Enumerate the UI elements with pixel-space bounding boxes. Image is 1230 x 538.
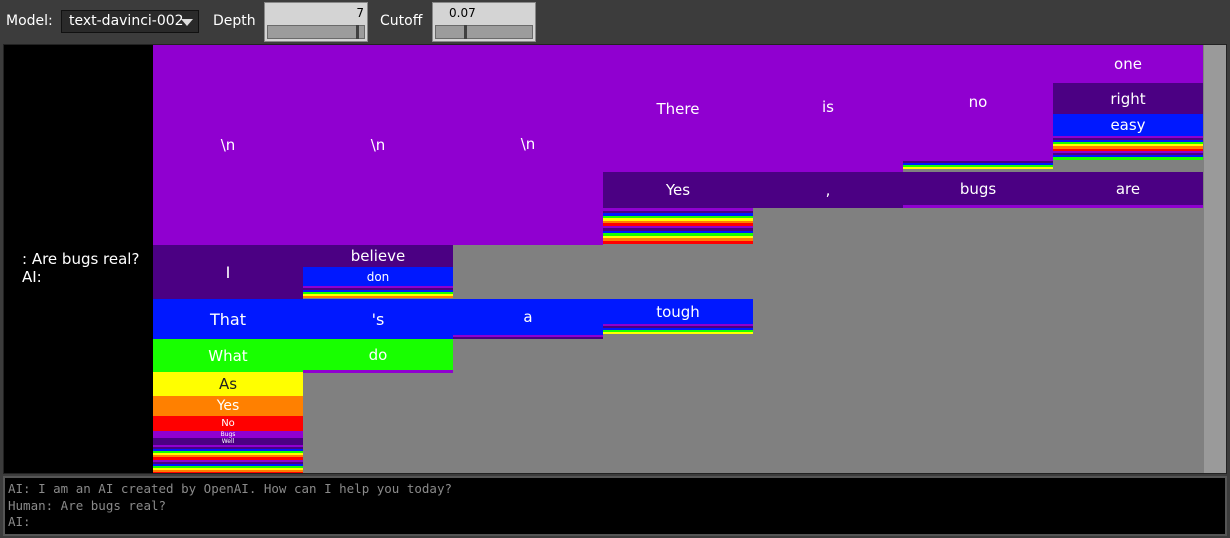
- token-stack-small[interactable]: [603, 324, 753, 334]
- token-block[interactable]: right: [1053, 83, 1203, 114]
- depth-slider-track[interactable]: [267, 25, 365, 39]
- token-stripe[interactable]: [1053, 205, 1203, 208]
- console-line: AI: I am an AI created by OpenAI. How ca…: [8, 481, 453, 496]
- token-stack-small[interactable]: [453, 335, 603, 339]
- token-block[interactable]: No: [153, 416, 303, 431]
- token-stack-small[interactable]: [903, 205, 1053, 208]
- prompt-text: : Are bugs real? AI:: [22, 250, 140, 286]
- token-stack-small[interactable]: [903, 159, 1053, 169]
- token-block[interactable]: ,: [753, 172, 903, 208]
- console-line: Human: Are bugs real?: [8, 497, 167, 513]
- console-line: AI:: [8, 514, 31, 529]
- token-stack-small[interactable]: [153, 445, 303, 473]
- token-tree-view[interactable]: : Are bugs real? AI: \n I That What As Y…: [3, 44, 1227, 474]
- depth-slider[interactable]: 7: [264, 2, 368, 42]
- depth-label: Depth: [213, 13, 256, 29]
- cutoff-slider-handle[interactable]: [464, 25, 467, 39]
- token-block[interactable]: Well: [153, 438, 303, 445]
- cutoff-slider-track[interactable]: [435, 25, 533, 39]
- token-block[interactable]: Bugs: [153, 431, 303, 438]
- token-stripe[interactable]: [453, 242, 603, 245]
- token-stack-small[interactable]: [1053, 136, 1203, 160]
- token-stripe[interactable]: [903, 167, 1053, 169]
- token-stripe[interactable]: [303, 370, 453, 373]
- depth-slider-handle[interactable]: [356, 25, 359, 39]
- token-block[interactable]: bugs: [903, 172, 1053, 205]
- token-block[interactable]: is: [753, 45, 903, 169]
- token-block[interactable]: Yes: [153, 396, 303, 416]
- token-stripe[interactable]: [903, 205, 1053, 208]
- token-block[interactable]: no: [903, 45, 1053, 159]
- token-stack-small[interactable]: [303, 370, 453, 373]
- cutoff-label: Cutoff: [380, 13, 423, 29]
- token-block[interactable]: What: [153, 339, 303, 372]
- token-block[interactable]: That: [153, 299, 303, 339]
- token-stripe[interactable]: [303, 296, 453, 298]
- token-stripe[interactable]: [603, 240, 753, 244]
- token-block[interactable]: a: [453, 299, 603, 335]
- token-block[interactable]: I: [153, 245, 303, 299]
- token-block[interactable]: tough: [603, 299, 753, 324]
- cutoff-slider[interactable]: 0.07: [432, 2, 536, 42]
- vertical-scrollbar[interactable]: [1204, 45, 1226, 473]
- token-stripe[interactable]: [453, 337, 603, 339]
- token-stripe[interactable]: [1053, 156, 1203, 160]
- token-stripe[interactable]: [603, 332, 753, 334]
- token-block[interactable]: don: [303, 267, 453, 286]
- token-block[interactable]: one: [1053, 45, 1203, 83]
- model-label: Model:: [6, 13, 53, 29]
- token-block[interactable]: do: [303, 339, 453, 370]
- chevron-down-icon[interactable]: [181, 19, 193, 26]
- token-block[interactable]: Yes: [603, 172, 753, 208]
- token-block[interactable]: 's: [303, 299, 453, 339]
- token-stripe[interactable]: [153, 471, 303, 473]
- console-output[interactable]: AI: I am an AI created by OpenAI. How ca…: [3, 476, 1227, 536]
- token-stack-small[interactable]: [453, 242, 603, 245]
- prompt-column: : Are bugs real? AI:: [4, 45, 153, 473]
- token-block[interactable]: easy: [1053, 114, 1203, 136]
- token-block[interactable]: believe: [303, 245, 453, 267]
- token-stack-small[interactable]: [1053, 205, 1203, 208]
- token-stack-small[interactable]: [603, 208, 753, 244]
- depth-value: 7: [356, 6, 364, 20]
- token-stack-small[interactable]: [303, 286, 453, 298]
- toolbar: Model: text-davinci-002 Depth 7 Cutoff 0…: [0, 0, 1230, 44]
- token-block[interactable]: There: [603, 45, 753, 172]
- model-select[interactable]: text-davinci-002: [61, 10, 199, 33]
- token-block[interactable]: \n: [453, 45, 603, 242]
- token-block[interactable]: \n: [303, 45, 453, 245]
- token-block[interactable]: are: [1053, 172, 1203, 205]
- cutoff-value: 0.07: [449, 6, 476, 20]
- model-select-value: text-davinci-002: [69, 13, 184, 29]
- token-block[interactable]: \n: [153, 45, 303, 245]
- token-block[interactable]: As: [153, 372, 303, 396]
